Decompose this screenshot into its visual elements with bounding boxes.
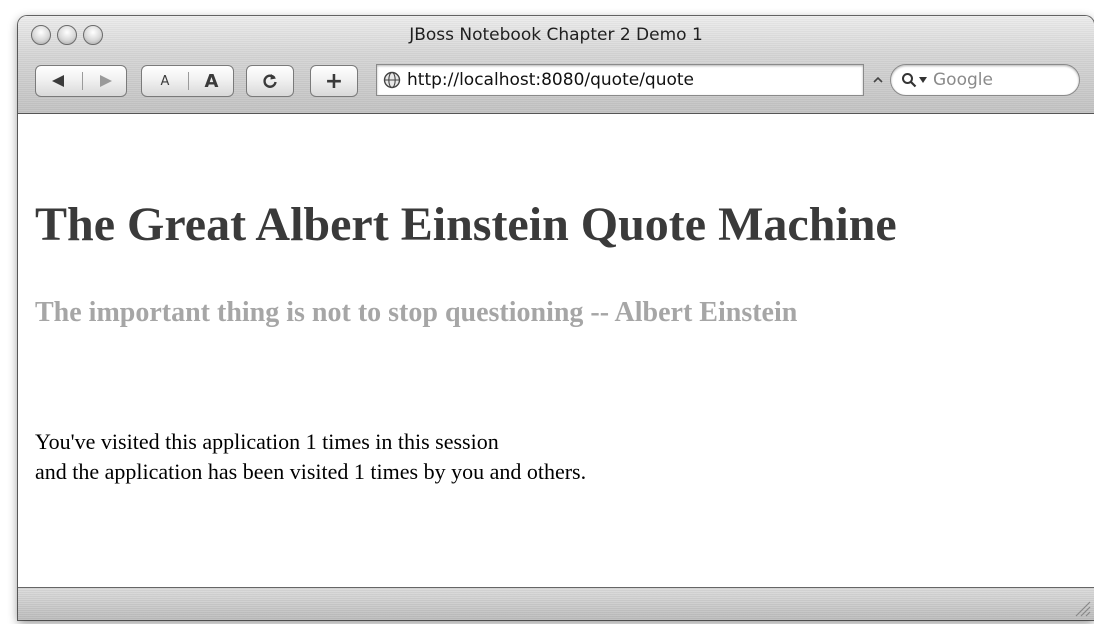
reload-icon (263, 74, 277, 88)
back-button[interactable] (36, 66, 82, 96)
status-bar (18, 587, 1094, 620)
globe-icon (383, 71, 401, 89)
add-bookmark-button[interactable]: + (310, 65, 358, 97)
text-size-buttons: A A (141, 65, 234, 97)
forward-arrow-icon (100, 75, 112, 87)
back-forward-buttons (35, 65, 127, 97)
browser-toolbar: JBoss Notebook Chapter 2 Demo 1 A A + ht… (18, 16, 1094, 114)
snapback-icon[interactable] (873, 76, 883, 84)
forward-button[interactable] (82, 66, 128, 96)
reload-button[interactable] (246, 65, 294, 97)
address-bar[interactable]: http://localhost:8080/quote/quote (376, 64, 864, 96)
search-icon (902, 73, 917, 88)
total-visits-line: and the application has been visited 1 t… (35, 459, 587, 484)
quote-text: The important thing is not to stop quest… (35, 297, 798, 328)
visit-count-text: You've visited this application 1 times … (35, 427, 586, 487)
text-smaller-button[interactable]: A (142, 66, 188, 96)
resize-grip-icon[interactable] (1068, 594, 1092, 618)
browser-window: JBoss Notebook Chapter 2 Demo 1 A A + ht… (18, 16, 1094, 620)
window-title: JBoss Notebook Chapter 2 Demo 1 (409, 25, 703, 45)
search-field[interactable]: Google (890, 64, 1080, 96)
page-title: The Great Albert Einstein Quote Machine (35, 198, 897, 251)
text-bigger-button[interactable]: A (188, 66, 235, 96)
search-placeholder: Google (933, 70, 993, 90)
url-text: http://localhost:8080/quote/quote (407, 70, 695, 90)
session-visits-line: You've visited this application 1 times … (35, 429, 499, 454)
back-arrow-icon (52, 75, 64, 87)
page-content: The Great Albert Einstein Quote Machine … (18, 114, 1094, 588)
chevron-down-icon (919, 77, 927, 83)
